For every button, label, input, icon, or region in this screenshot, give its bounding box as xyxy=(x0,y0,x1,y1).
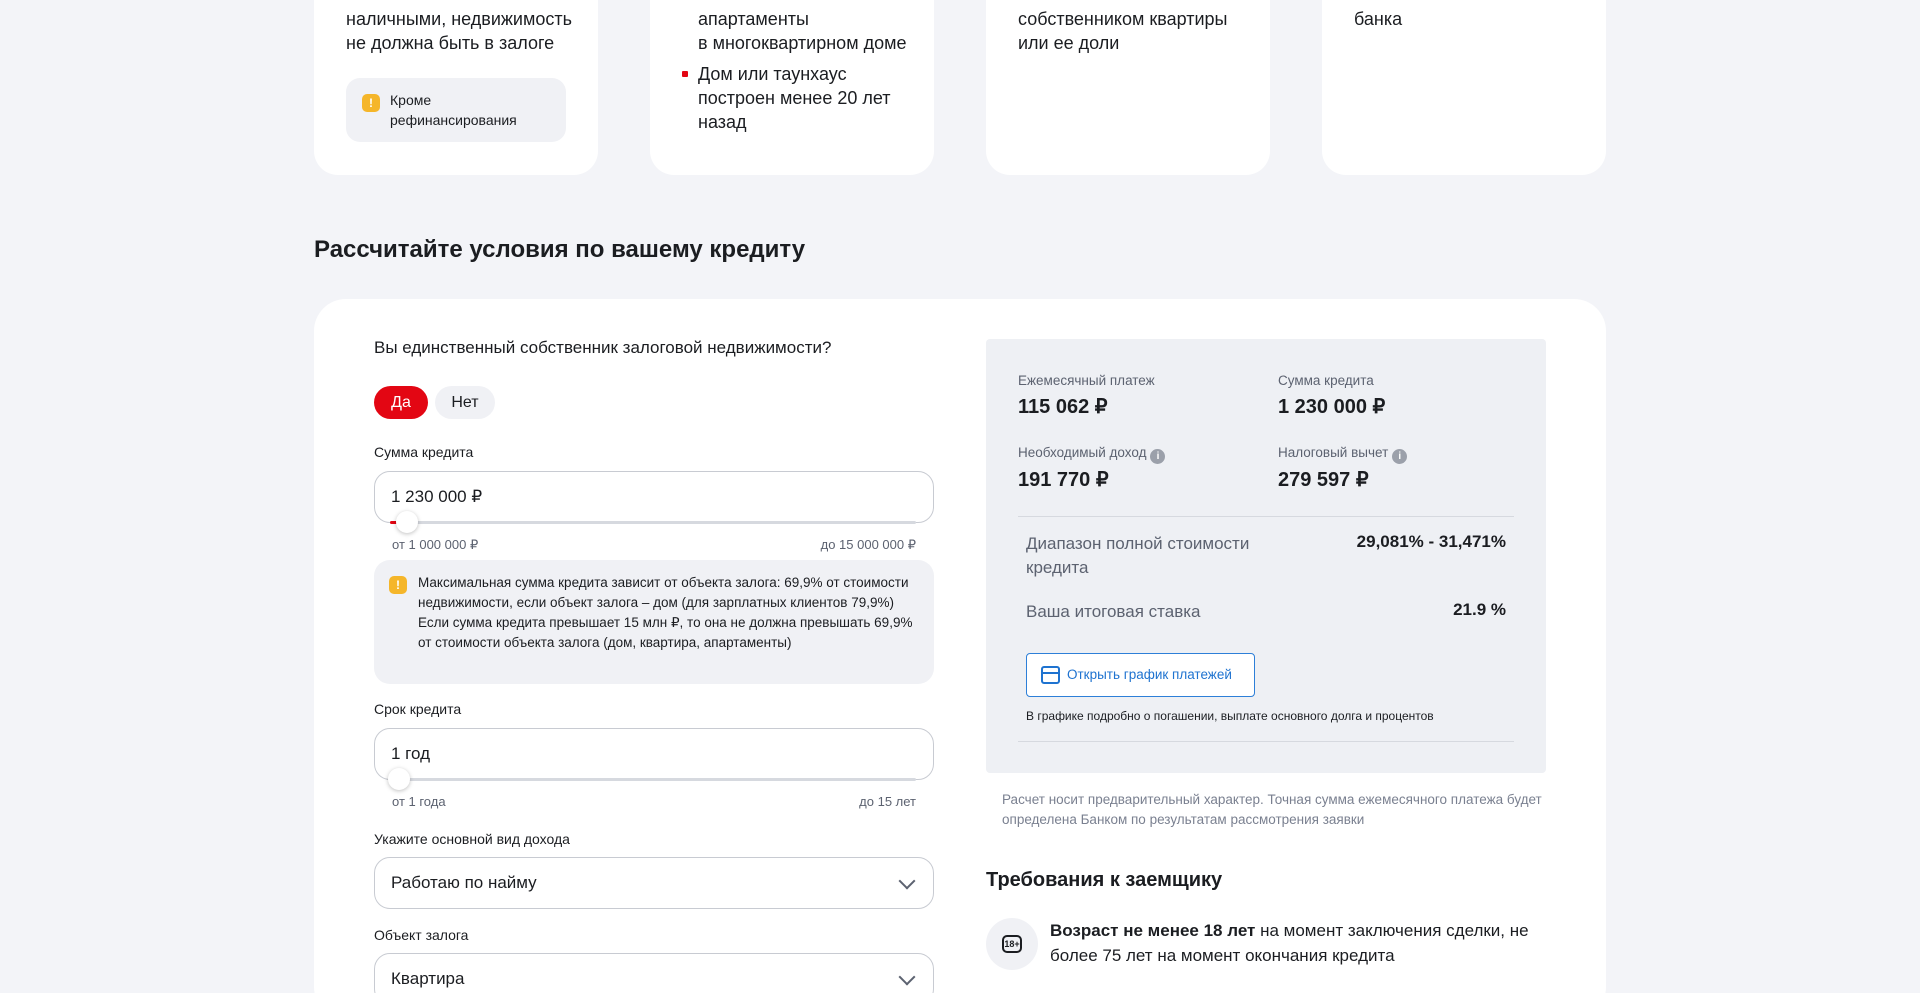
feature-card-1: наличными, недвижимость не должна быть в… xyxy=(314,0,598,175)
required-income-label: Необходимый доход i xyxy=(1018,445,1166,464)
age-requirement-bold: Возраст не менее 18 лет xyxy=(1050,921,1256,940)
collateral-select-value: Квартира xyxy=(391,969,465,988)
schedule-note: В графике подробно о погашении, выплате … xyxy=(1026,709,1434,723)
term-slider-thumb[interactable] xyxy=(388,768,410,790)
term-label: Срок кредита xyxy=(374,701,462,717)
income-select[interactable]: Работаю по найму xyxy=(374,857,934,909)
section-title: Рассчитайте условия по вашему кредиту xyxy=(314,236,806,263)
tax-deduction-label-text: Налоговый вычет xyxy=(1278,445,1389,460)
tax-deduction-label: Налоговый вычет i xyxy=(1278,445,1408,464)
final-rate-value: 21.9 % xyxy=(1453,600,1506,619)
term-slider[interactable] xyxy=(388,768,916,790)
loan-sum-value: 1 230 000 ₽ xyxy=(1278,396,1386,418)
required-income-value: 191 770 ₽ xyxy=(1018,469,1109,491)
collateral-label: Объект залога xyxy=(374,927,469,943)
amount-min: от 1 000 000 ₽ xyxy=(392,537,479,552)
collateral-select[interactable]: Квартира xyxy=(374,953,934,993)
requirements-title: Требования к заемщику xyxy=(986,869,1223,891)
term-min: от 1 года xyxy=(392,794,446,809)
age-badge: 18+ xyxy=(1002,935,1022,953)
info-icon[interactable]: i xyxy=(1150,449,1166,464)
amount-slider[interactable] xyxy=(390,511,916,533)
open-schedule-button[interactable]: Открыть график платежей xyxy=(1026,653,1255,697)
term-input[interactable]: 1 год xyxy=(374,728,934,780)
feature-card-1-line-2: не должна быть в залоге xyxy=(346,33,555,53)
feature-card-3-line-2: или ее доли xyxy=(1018,33,1120,53)
divider xyxy=(1018,741,1514,742)
feature-card-3: собственником квартиры или ее доли xyxy=(986,0,1270,175)
warning-icon: ! xyxy=(389,576,407,594)
amount-max: до 15 000 000 ₽ xyxy=(820,537,916,552)
calendar-icon xyxy=(1041,666,1060,684)
amount-label: Сумма кредита xyxy=(374,444,474,460)
loan-sum-label: Сумма кредита xyxy=(1278,373,1374,388)
owner-no-button[interactable]: Нет xyxy=(435,386,495,419)
income-select-value: Работаю по найму xyxy=(391,873,537,892)
divider xyxy=(1018,516,1514,517)
feature-card-3-line-1: собственником квартиры xyxy=(1018,9,1228,29)
warning-icon: ! xyxy=(362,94,380,112)
full-cost-value: 29,081% - 31,471% xyxy=(1356,532,1506,551)
feature-card-2-line-2: в многоквартирном доме xyxy=(698,33,907,53)
owner-question: Вы единственный собственник залоговой не… xyxy=(374,338,832,357)
feature-card-2-line-1: апартаменты xyxy=(698,9,809,29)
monthly-payment-label: Ежемесячный платеж xyxy=(1018,373,1155,388)
feature-card-1-line-1: наличными, недвижимость xyxy=(346,9,572,29)
chevron-down-icon xyxy=(898,968,916,986)
feature-card-2: апартаменты в многоквартирном доме Дом и… xyxy=(650,0,934,175)
amount-note: ! Максимальная сумма кредита зависит от … xyxy=(374,560,934,684)
feature-card-2-bullet: Дом или таунхаус построен менее 20 лет н… xyxy=(698,64,891,132)
info-icon[interactable]: i xyxy=(1392,449,1408,464)
open-schedule-button-label: Открыть график платежей xyxy=(1067,667,1232,682)
chevron-down-icon xyxy=(898,872,916,890)
refinancing-note: ! Кроме рефинансирования xyxy=(346,78,566,142)
disclaimer: Расчет носит предварительный характер. Т… xyxy=(1002,792,1542,827)
feature-card-4-line-1: банка xyxy=(1354,9,1403,29)
term-max: до 15 лет xyxy=(859,794,916,809)
age-18-icon: 18+ xyxy=(986,918,1038,970)
bullet-marker xyxy=(682,71,688,77)
amount-note-text: Максимальная сумма кредита зависит от об… xyxy=(418,575,913,650)
monthly-payment-value: 115 062 ₽ xyxy=(1018,396,1108,418)
refinancing-note-text: Кроме рефинансирования xyxy=(390,92,517,128)
age-requirement: Возраст не менее 18 лет на момент заключ… xyxy=(1050,918,1530,968)
income-label: Укажите основной вид дохода xyxy=(374,831,570,847)
amount-input[interactable]: 1 230 000 ₽ xyxy=(374,471,934,523)
full-cost-label: Диапазон полной стоимости кредита xyxy=(1026,534,1250,577)
tax-deduction-value: 279 597 ₽ xyxy=(1278,469,1369,491)
feature-card-4: банка xyxy=(1322,0,1606,175)
owner-yes-button[interactable]: Да xyxy=(374,386,428,419)
final-rate-label: Ваша итоговая ставка xyxy=(1026,602,1201,621)
required-income-label-text: Необходимый доход xyxy=(1018,445,1147,460)
